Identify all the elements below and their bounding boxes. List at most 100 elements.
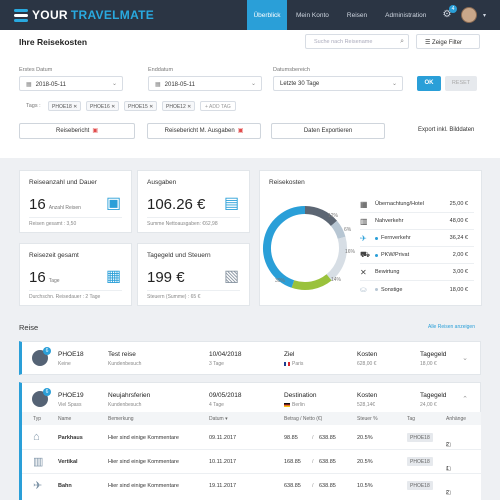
start-date-field[interactable]: ▦ 2018-05-11 ⌄ [19, 76, 123, 91]
chevron-down-icon: ⌄ [391, 81, 397, 87]
settings-gear-icon[interactable]: ⚙ 4 [439, 5, 457, 23]
trips-section-title: Reise [19, 323, 39, 332]
legend-item: ✈ Fernverkehr 36,24 € [360, 230, 474, 247]
card-title: Reisezeit gesamt [29, 252, 79, 259]
table-row[interactable]: ▥ Vertikal Hier sind einige Kommentare 1… [22, 450, 481, 474]
col-date[interactable]: Datum ▾ [209, 416, 228, 422]
row-tax: 20.5% [357, 459, 373, 465]
tag-chip[interactable]: PHOE12 ✕ [162, 101, 196, 111]
travel-report-expenses-button[interactable]: Reisebericht M. Ausgaben ▣ [147, 123, 261, 139]
tag-label: PHOE12 [166, 104, 186, 110]
search-input[interactable]: Suche nach Reisename ⌕ [305, 34, 409, 49]
show-all-trips-link[interactable]: Alle Reisen anzeigen [428, 324, 475, 330]
col-attachments[interactable]: Anhänge [446, 416, 466, 422]
table-header: Typ Name Bemerkung Datum ▾ Betrag / Nett… [22, 412, 481, 425]
filter-icon: ☰ [425, 40, 433, 46]
row-tag[interactable]: PHOE18 [407, 481, 433, 490]
donut-slice [326, 236, 347, 281]
close-icon[interactable]: ✕ [111, 104, 115, 110]
nav-item-account[interactable]: Mein Konto [287, 0, 338, 30]
search-icon[interactable]: ⌕ [400, 38, 404, 46]
reset-button[interactable]: RESET [445, 76, 477, 91]
sort-down-icon[interactable]: ▾ [225, 416, 228, 422]
trip-dest-value: Paris [292, 361, 304, 367]
logo-text-brand: TRAVELMATE [70, 8, 155, 22]
tag-chip[interactable]: PHOE16 ✕ [86, 101, 120, 111]
row-name: Parkhaus [58, 435, 83, 441]
trip-days: 3 Tage [209, 361, 224, 367]
close-icon[interactable]: ✕ [149, 104, 153, 110]
col-note[interactable]: Bemerkung [108, 416, 134, 422]
row-tag[interactable]: PHOE18 [407, 457, 433, 466]
calendar-icon: ▦ [106, 268, 122, 285]
tag-chip[interactable]: PHOE15 ✕ [124, 101, 158, 111]
end-date-value: 2018-05-11 [164, 82, 195, 88]
row-note: Hier sind einige Kommentare [108, 459, 179, 465]
row-tax: 10.5% [357, 483, 373, 489]
trip-row-expanded[interactable]: 6 PHOE19 Viel Spass Neujahrsferien Kunde… [19, 382, 481, 412]
chevron-down-icon[interactable]: ⌄ [462, 354, 468, 362]
travel-costs-card: Reisekosten 12% 6% 16% 14% 39% ▦ Übernach… [259, 170, 482, 306]
nav-item-overview[interactable]: Überblick [247, 0, 287, 30]
trip-dest-label: Ziel [284, 351, 295, 358]
show-filter-label: Zeige Filter [432, 40, 463, 46]
trip-allow: 24,00 € [420, 402, 437, 408]
search-placeholder: Suche nach Reisename [314, 39, 373, 45]
ok-button[interactable]: OK [417, 76, 441, 91]
travel-time-value: 16 Tage [29, 269, 60, 286]
trip-name-sub: Kundenbesuch [108, 402, 142, 408]
notification-badge: 4 [448, 5, 457, 13]
chevron-down-icon[interactable]: ▾ [483, 12, 486, 19]
trips-count-number: 16 [29, 196, 46, 213]
trip-dest-value: Berlin [292, 402, 305, 408]
donut-label: 14% [331, 277, 342, 283]
table-row[interactable]: ✈ Bahn Hier sind einige Kommentare 19.11… [22, 474, 481, 498]
legend-item: ▥ Nahverkehr 48,00 € [360, 213, 474, 230]
plane-icon: ✈ [33, 480, 43, 492]
nav-item-admin[interactable]: Administration [376, 0, 435, 30]
plane-icon: ✈ [360, 233, 367, 243]
row-net: 638.85 [319, 435, 336, 441]
main-nav: Überblick Mein Konto Reisen Administrati… [247, 0, 435, 30]
date-range-select[interactable]: Letzte 30 Tage ⌄ [273, 76, 403, 91]
close-icon[interactable]: ✕ [73, 104, 77, 110]
end-date-field[interactable]: ▦ 2018-05-11 ⌄ [148, 76, 262, 91]
export-data-button[interactable]: Daten Exportieren [271, 123, 385, 139]
row-net: 638.85 [319, 459, 336, 465]
nav-item-trips[interactable]: Reisen [338, 0, 376, 30]
chevron-up-icon[interactable]: ⌃ [462, 395, 468, 403]
trip-name: Neujahrsferien [108, 392, 151, 399]
hotel-icon: ▦ [360, 199, 368, 209]
col-amount[interactable]: Betrag / Netto (€) [284, 416, 322, 422]
close-icon[interactable]: ✕ [187, 104, 191, 110]
row-sep: / [312, 483, 314, 489]
add-tag-button[interactable]: + ADD TAG [200, 101, 236, 111]
card-title: Reiseanzahl und Dauer [29, 179, 97, 186]
trip-dest-label: Destination [284, 392, 317, 399]
card-title: Ausgaben [147, 179, 177, 186]
col-tag[interactable]: Tag [407, 416, 415, 422]
tag-chip[interactable]: PHOE18 ✕ [48, 101, 82, 111]
legend-label: Nahverkehr [375, 218, 404, 224]
legend-value: 2,00 € [452, 252, 468, 258]
trip-cost-label: Kosten [357, 351, 378, 358]
trip-count-badge: 6 [43, 388, 51, 396]
export-with-images-link[interactable]: Export inkl. Bilddaten [418, 127, 474, 133]
start-date-label: Erstes Datum [19, 67, 53, 73]
travel-report-expenses-label: Reisebericht M. Ausgaben [164, 128, 235, 134]
avatar[interactable] [460, 7, 477, 23]
logo[interactable]: YOUR TRAVELMATE [14, 8, 154, 22]
show-filter-button[interactable]: ☰ Zeige Filter [416, 34, 480, 49]
trip-allow: 18,00 € [420, 361, 437, 367]
travel-report-button[interactable]: Reisebericht ▣ [19, 123, 135, 139]
row-tag[interactable]: PHOE18 [407, 433, 433, 442]
misc-icon: ⛀ [360, 285, 367, 294]
col-tax[interactable]: Steuer % [357, 416, 378, 422]
col-name[interactable]: Name [58, 416, 71, 422]
table-row[interactable]: ⌂ Parkhaus Hier sind einige Kommentare 0… [22, 426, 481, 450]
card-title: Reisekosten [269, 179, 305, 186]
trip-date: 09/05/2018 [209, 392, 242, 399]
col-type[interactable]: Typ [33, 416, 41, 422]
trip-row[interactable]: 6 PHOE18 Keine Test reise Kundenbesuch 1… [19, 341, 481, 375]
tag-label: PHOE15 [128, 104, 148, 110]
